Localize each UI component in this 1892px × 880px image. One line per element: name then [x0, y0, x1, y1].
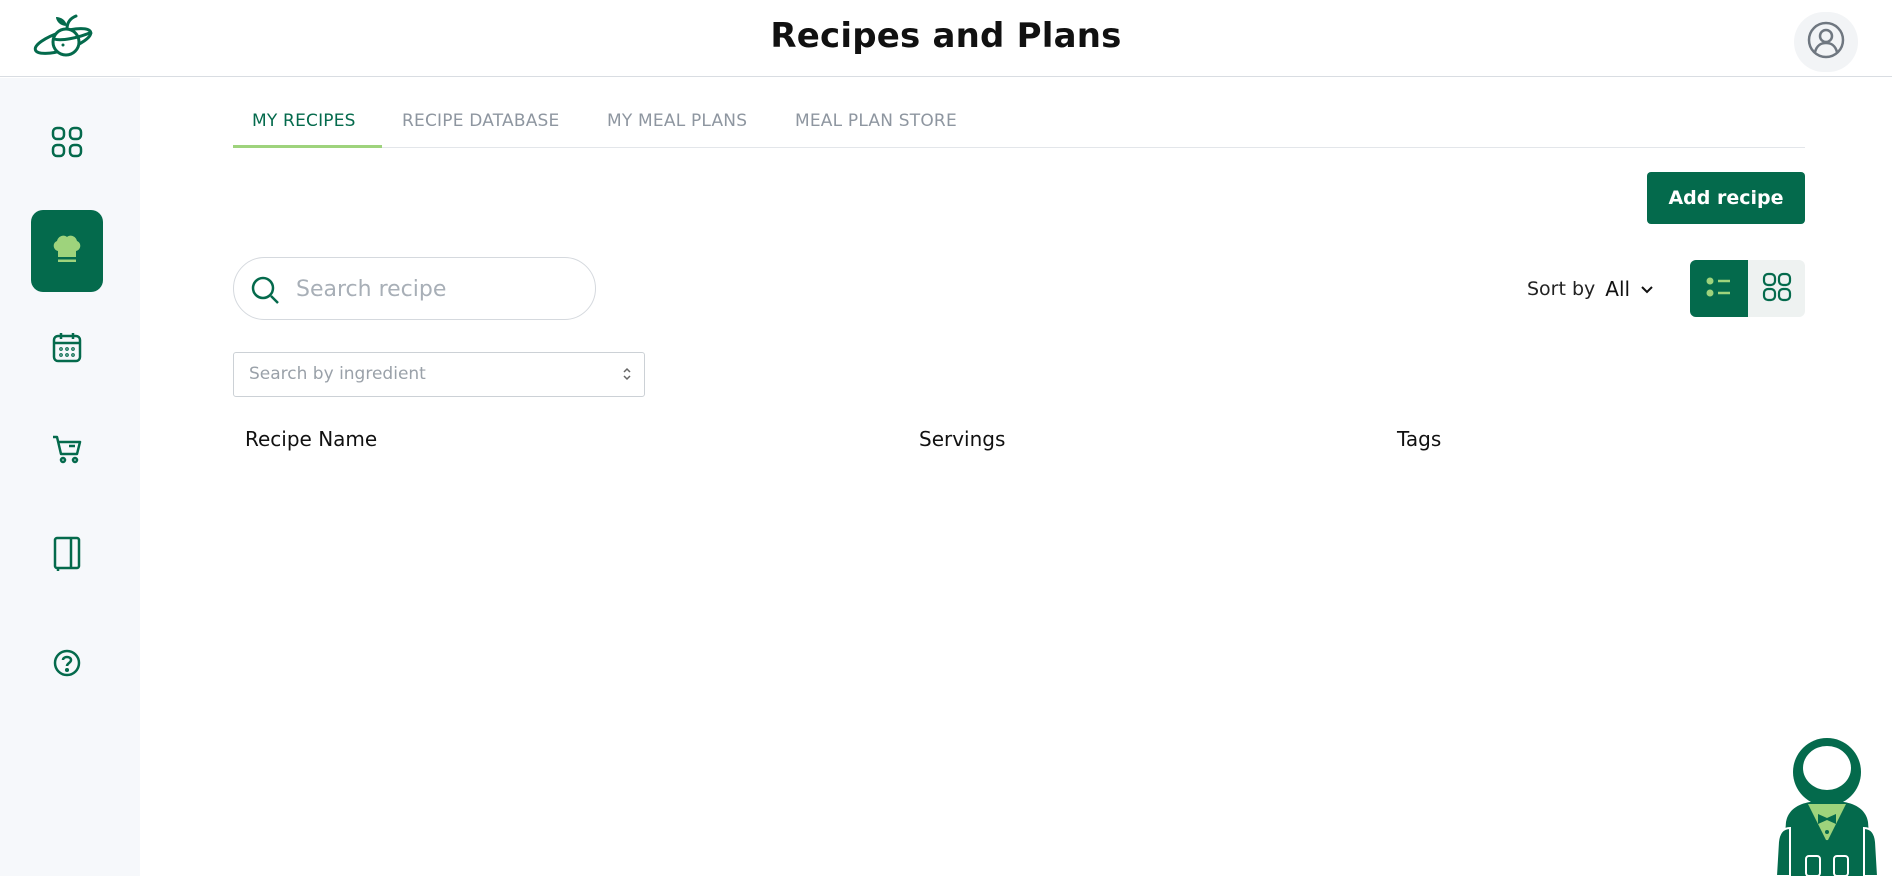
page-title: Recipes and Plans — [770, 16, 1122, 56]
help-circle-icon — [52, 648, 82, 682]
calendar-icon — [52, 331, 82, 367]
tab-meal-plan-store[interactable]: MEAL PLAN STORE — [795, 100, 957, 148]
tab-my-meal-plans[interactable]: MY MEAL PLANS — [607, 100, 747, 148]
sidebar-item-shopping[interactable] — [31, 410, 103, 492]
sidebar — [0, 78, 140, 876]
ingredient-select[interactable]: Search by ingredient — [233, 352, 645, 397]
sort-control[interactable]: Sort by All — [1527, 274, 1654, 304]
sidebar-item-recipes[interactable] — [31, 210, 103, 292]
list-view-button[interactable] — [1690, 260, 1748, 317]
sidebar-item-dashboard[interactable] — [31, 103, 103, 185]
user-circle-icon — [1807, 21, 1845, 63]
grid-view-icon — [1762, 272, 1792, 306]
list-view-icon — [1705, 275, 1733, 303]
column-header-servings: Servings — [919, 427, 1006, 451]
profile-button[interactable] — [1794, 12, 1858, 72]
sidebar-item-help[interactable] — [31, 624, 103, 706]
search-input[interactable] — [296, 270, 576, 308]
sidebar-item-notebook[interactable] — [31, 515, 103, 597]
chef-hat-icon — [50, 232, 84, 270]
ingredient-placeholder: Search by ingredient — [249, 364, 426, 384]
tab-recipe-database[interactable]: RECIPE DATABASE — [402, 100, 559, 148]
add-recipe-button[interactable]: Add recipe — [1647, 172, 1805, 224]
shopping-cart-icon — [51, 434, 83, 468]
view-toggle — [1690, 260, 1805, 317]
sort-label: Sort by — [1527, 278, 1596, 300]
notebook-icon — [52, 536, 82, 576]
column-header-tags: Tags — [1397, 427, 1442, 451]
chevron-down-icon[interactable] — [1640, 280, 1654, 299]
sort-value[interactable]: All — [1605, 277, 1630, 301]
dashboard-grid-icon — [50, 125, 84, 163]
astronaut-chef-mascot-icon[interactable] — [1772, 734, 1882, 877]
tab-my-recipes[interactable]: MY RECIPES — [233, 100, 382, 148]
search-recipe-box — [233, 257, 596, 320]
recipe-tabs: MY RECIPES RECIPE DATABASE MY MEAL PLANS… — [233, 100, 1805, 148]
search-icon — [250, 275, 280, 309]
updown-chevron-icon — [622, 365, 632, 387]
grid-view-button[interactable] — [1748, 260, 1805, 317]
column-header-recipe-name: Recipe Name — [245, 427, 378, 451]
sidebar-item-calendar[interactable] — [31, 308, 103, 390]
top-bar: Recipes and Plans — [0, 0, 1892, 77]
